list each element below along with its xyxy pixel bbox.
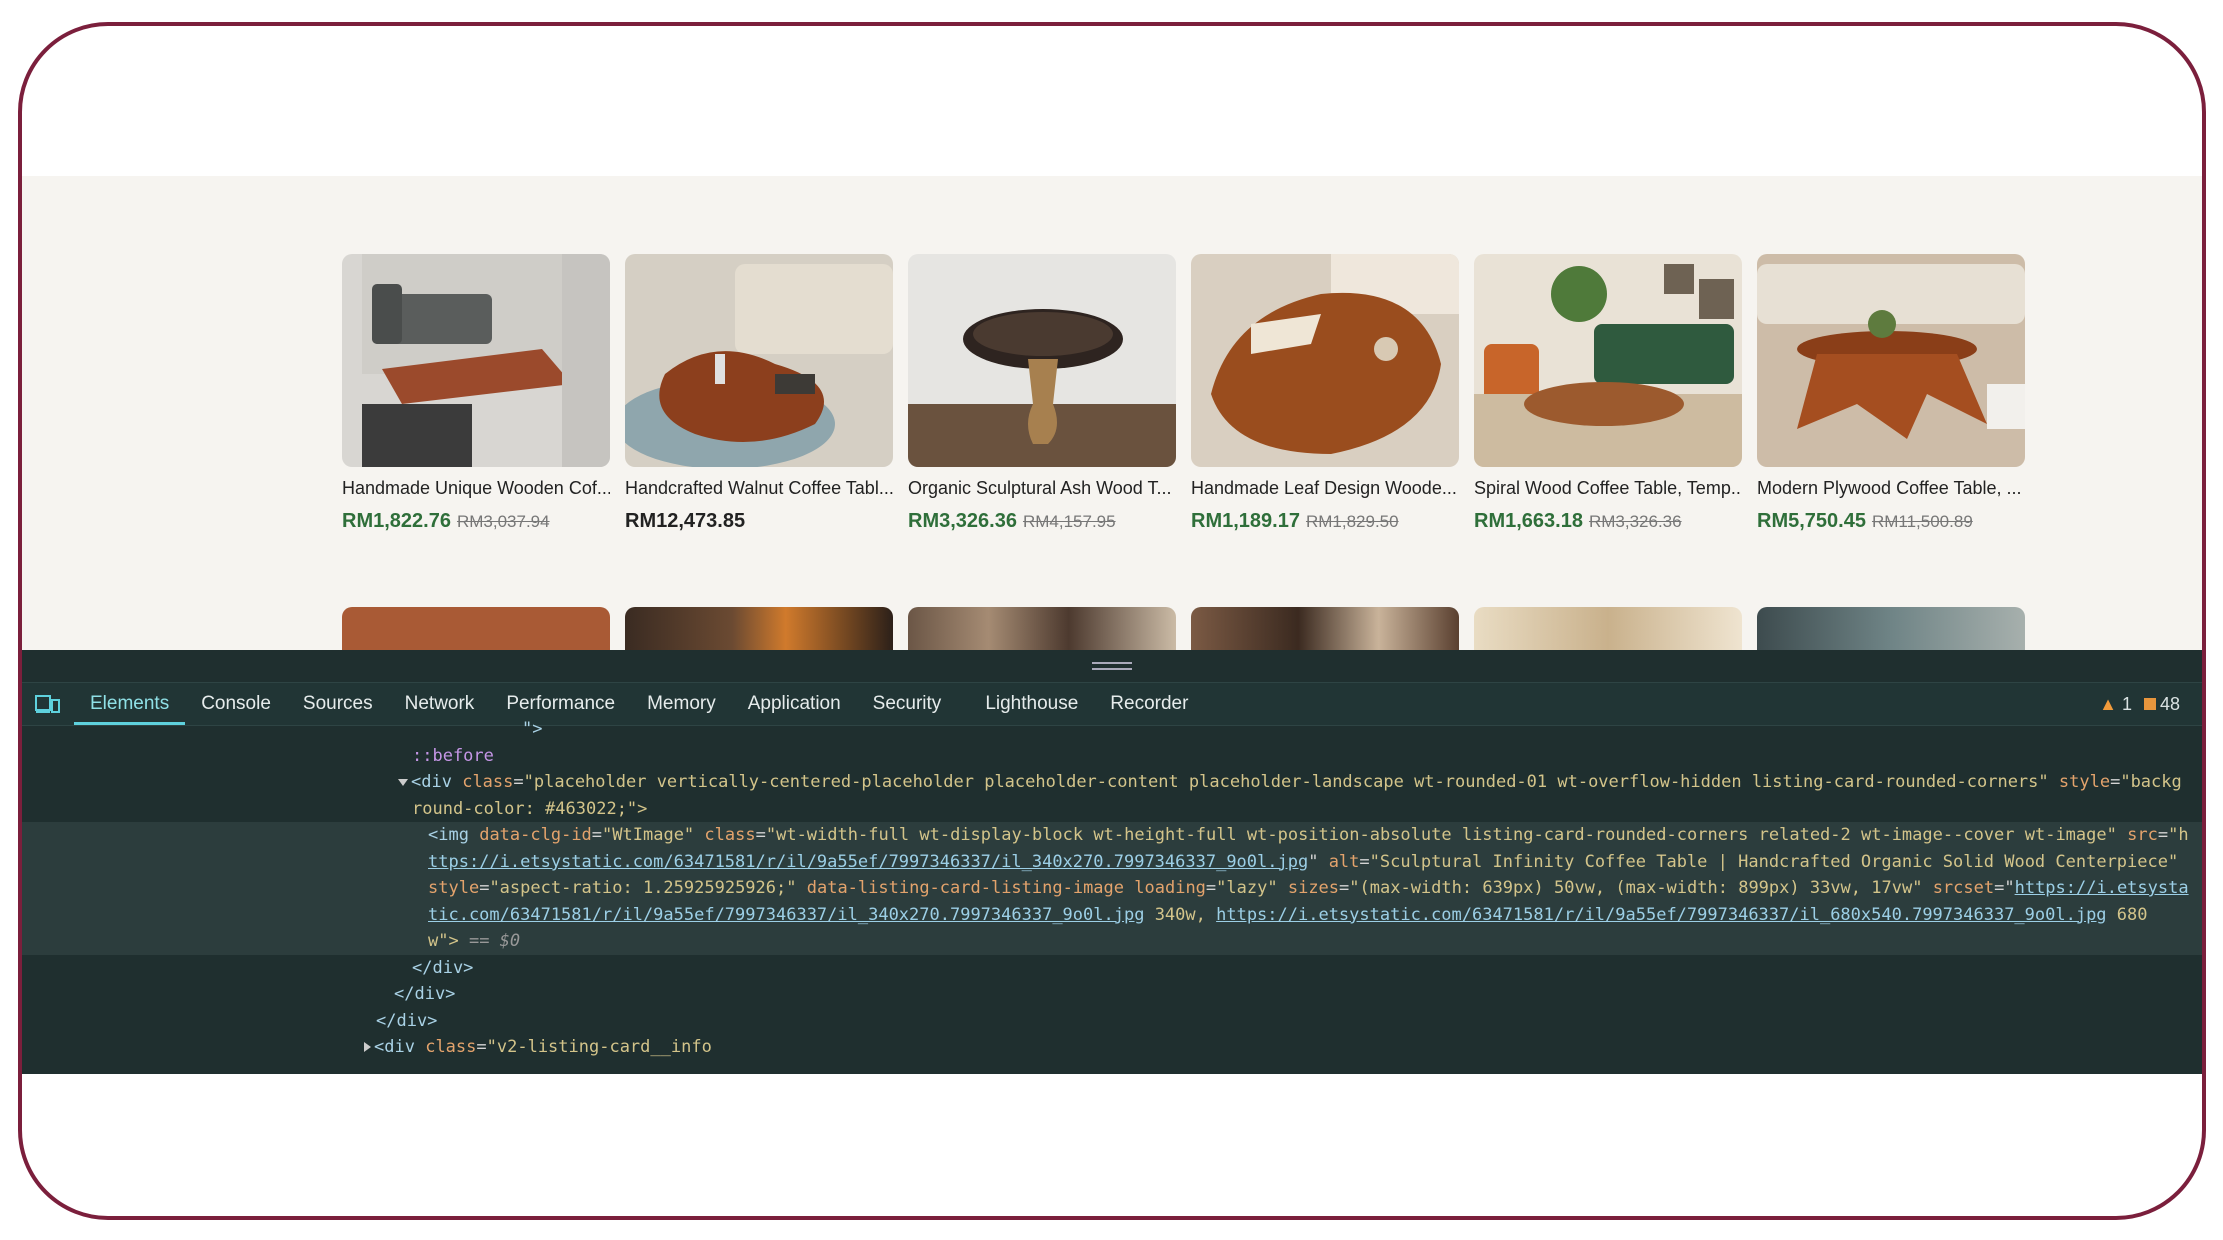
sale-price: RM1,189.17 xyxy=(1191,510,1300,532)
listing-card[interactable]: Organic Sculptural Ash Wood T... RM3,326… xyxy=(908,254,1176,533)
listing-price-line: RM5,750.45 RM11,500.89 xyxy=(1757,510,2025,533)
original-price: RM4,157.95 xyxy=(1022,512,1116,531)
devtools-resize-handle[interactable] xyxy=(22,650,2202,682)
listing-page: Handmade Unique Wooden Cof... RM1,822.76… xyxy=(22,176,2202,650)
listing-image[interactable] xyxy=(625,607,893,650)
selected-code-line[interactable]: ttps://i.etsystatic.com/63471581/r/il/9a… xyxy=(22,848,2202,875)
selected-code-line[interactable]: tic.com/63471581/r/il/9a55ef/7997346337/… xyxy=(22,901,2202,928)
error-icon xyxy=(2143,697,2156,710)
code-line[interactable]: </div> xyxy=(22,981,2202,1008)
sale-price: RM12,473.85 xyxy=(625,510,746,532)
sale-price: RM3,326.36 xyxy=(908,510,1017,532)
listing-card[interactable] xyxy=(1474,607,1742,650)
listing-image[interactable] xyxy=(1757,254,2025,467)
listing-image[interactable] xyxy=(1474,254,1742,467)
listing-grid-row-partial xyxy=(342,607,2025,650)
listing-title[interactable]: Modern Plywood Coffee Table, ... xyxy=(1757,478,2025,499)
listing-price-line: RM12,473.85 xyxy=(625,510,893,533)
listing-image[interactable] xyxy=(342,254,610,467)
warning-icon: ▲ xyxy=(2099,693,2117,714)
srcset-link[interactable]: https://i.etsystatic.com/63471581/r/il/9… xyxy=(1216,905,2106,925)
error-count[interactable]: 48 xyxy=(2143,694,2180,715)
listing-title[interactable]: Handmade Leaf Design Woode... xyxy=(1191,478,1459,499)
elements-tree: "> ::before <div class="placeholder vert… xyxy=(22,716,2202,1061)
listing-price-line: RM3,326.36 RM4,157.95 xyxy=(908,510,1176,533)
selected-code-line[interactable]: <img data-clg-id="WtImage" class="wt-wid… xyxy=(22,822,2202,849)
code-line[interactable]: </div> xyxy=(22,1008,2202,1035)
sale-price: RM1,663.18 xyxy=(1474,510,1583,532)
selected-code-line[interactable]: w"> == $0 xyxy=(22,928,2202,955)
listing-card[interactable] xyxy=(1757,607,2025,650)
listing-price-line: RM1,822.76 RM3,037.94 xyxy=(342,510,610,533)
code-line[interactable]: <div class="placeholder vertically-cente… xyxy=(22,769,2202,796)
srcset-link[interactable]: tic.com/63471581/r/il/9a55ef/7997346337/… xyxy=(428,905,1144,925)
listing-card[interactable] xyxy=(625,607,893,650)
code-line[interactable]: </div> xyxy=(22,955,2202,982)
code-line[interactable]: <div class="v2-listing-card__info xyxy=(22,1034,2202,1061)
collapse-triangle-icon[interactable] xyxy=(398,778,408,786)
listing-title[interactable]: Spiral Wood Coffee Table, Temp... xyxy=(1474,478,1742,499)
listing-card[interactable]: Modern Plywood Coffee Table, ... RM5,750… xyxy=(1757,254,2025,533)
listing-price-line: RM1,189.17 RM1,829.50 xyxy=(1191,510,1459,533)
devtools-panel: Elements Console Sources Network Perform… xyxy=(22,650,2202,1074)
listing-card[interactable] xyxy=(1191,607,1459,650)
original-price: RM1,829.50 xyxy=(1305,512,1399,531)
listing-card[interactable]: Spiral Wood Coffee Table, Temp... RM1,66… xyxy=(1474,254,1742,533)
selected-code-line[interactable]: style="aspect-ratio: 1.25925925926;" dat… xyxy=(22,875,2202,902)
listing-grid-row: Handmade Unique Wooden Cof... RM1,822.76… xyxy=(342,254,2025,533)
original-price: RM11,500.89 xyxy=(1871,512,1973,531)
warning-count[interactable]: ▲ 1 xyxy=(2099,694,2132,715)
srcset-link[interactable]: https://i.etsysta xyxy=(2015,878,2189,898)
listing-image[interactable] xyxy=(908,254,1176,467)
listing-card[interactable] xyxy=(908,607,1176,650)
listing-image[interactable] xyxy=(625,254,893,467)
original-price: RM3,326.36 xyxy=(1588,512,1682,531)
listing-card[interactable] xyxy=(342,607,610,650)
code-line[interactable]: round-color: #463022;"> xyxy=(22,796,2202,823)
code-line[interactable]: ::before xyxy=(22,743,2202,770)
listing-card[interactable]: Handcrafted Walnut Coffee Tabl... RM12,4… xyxy=(625,254,893,533)
listing-image[interactable] xyxy=(908,607,1176,650)
listing-image[interactable] xyxy=(1757,607,2025,650)
listing-title[interactable]: Organic Sculptural Ash Wood T... xyxy=(908,478,1176,499)
listing-image[interactable] xyxy=(342,607,610,650)
code-line[interactable]: "> xyxy=(22,716,2202,743)
image-src-link[interactable]: ttps://i.etsystatic.com/63471581/r/il/9a… xyxy=(428,852,1308,872)
sale-price: RM5,750.45 xyxy=(1757,510,1866,532)
screenshot-frame: Handmade Unique Wooden Cof... RM1,822.76… xyxy=(18,22,2206,1220)
grip-icon xyxy=(1092,662,1132,670)
listing-card[interactable]: Handmade Leaf Design Woode... RM1,189.17… xyxy=(1191,254,1459,533)
sale-price: RM1,822.76 xyxy=(342,510,451,532)
original-price: RM3,037.94 xyxy=(456,512,550,531)
listing-card[interactable]: Handmade Unique Wooden Cof... RM1,822.76… xyxy=(342,254,610,533)
listing-image[interactable] xyxy=(1191,607,1459,650)
listing-title[interactable]: Handcrafted Walnut Coffee Tabl... xyxy=(625,478,893,499)
listing-image[interactable] xyxy=(1474,607,1742,650)
listing-title[interactable]: Handmade Unique Wooden Cof... xyxy=(342,478,610,499)
expand-triangle-icon[interactable] xyxy=(364,1042,371,1052)
listing-image[interactable] xyxy=(1191,254,1459,467)
listing-price-line: RM1,663.18 RM3,326.36 xyxy=(1474,510,1742,533)
